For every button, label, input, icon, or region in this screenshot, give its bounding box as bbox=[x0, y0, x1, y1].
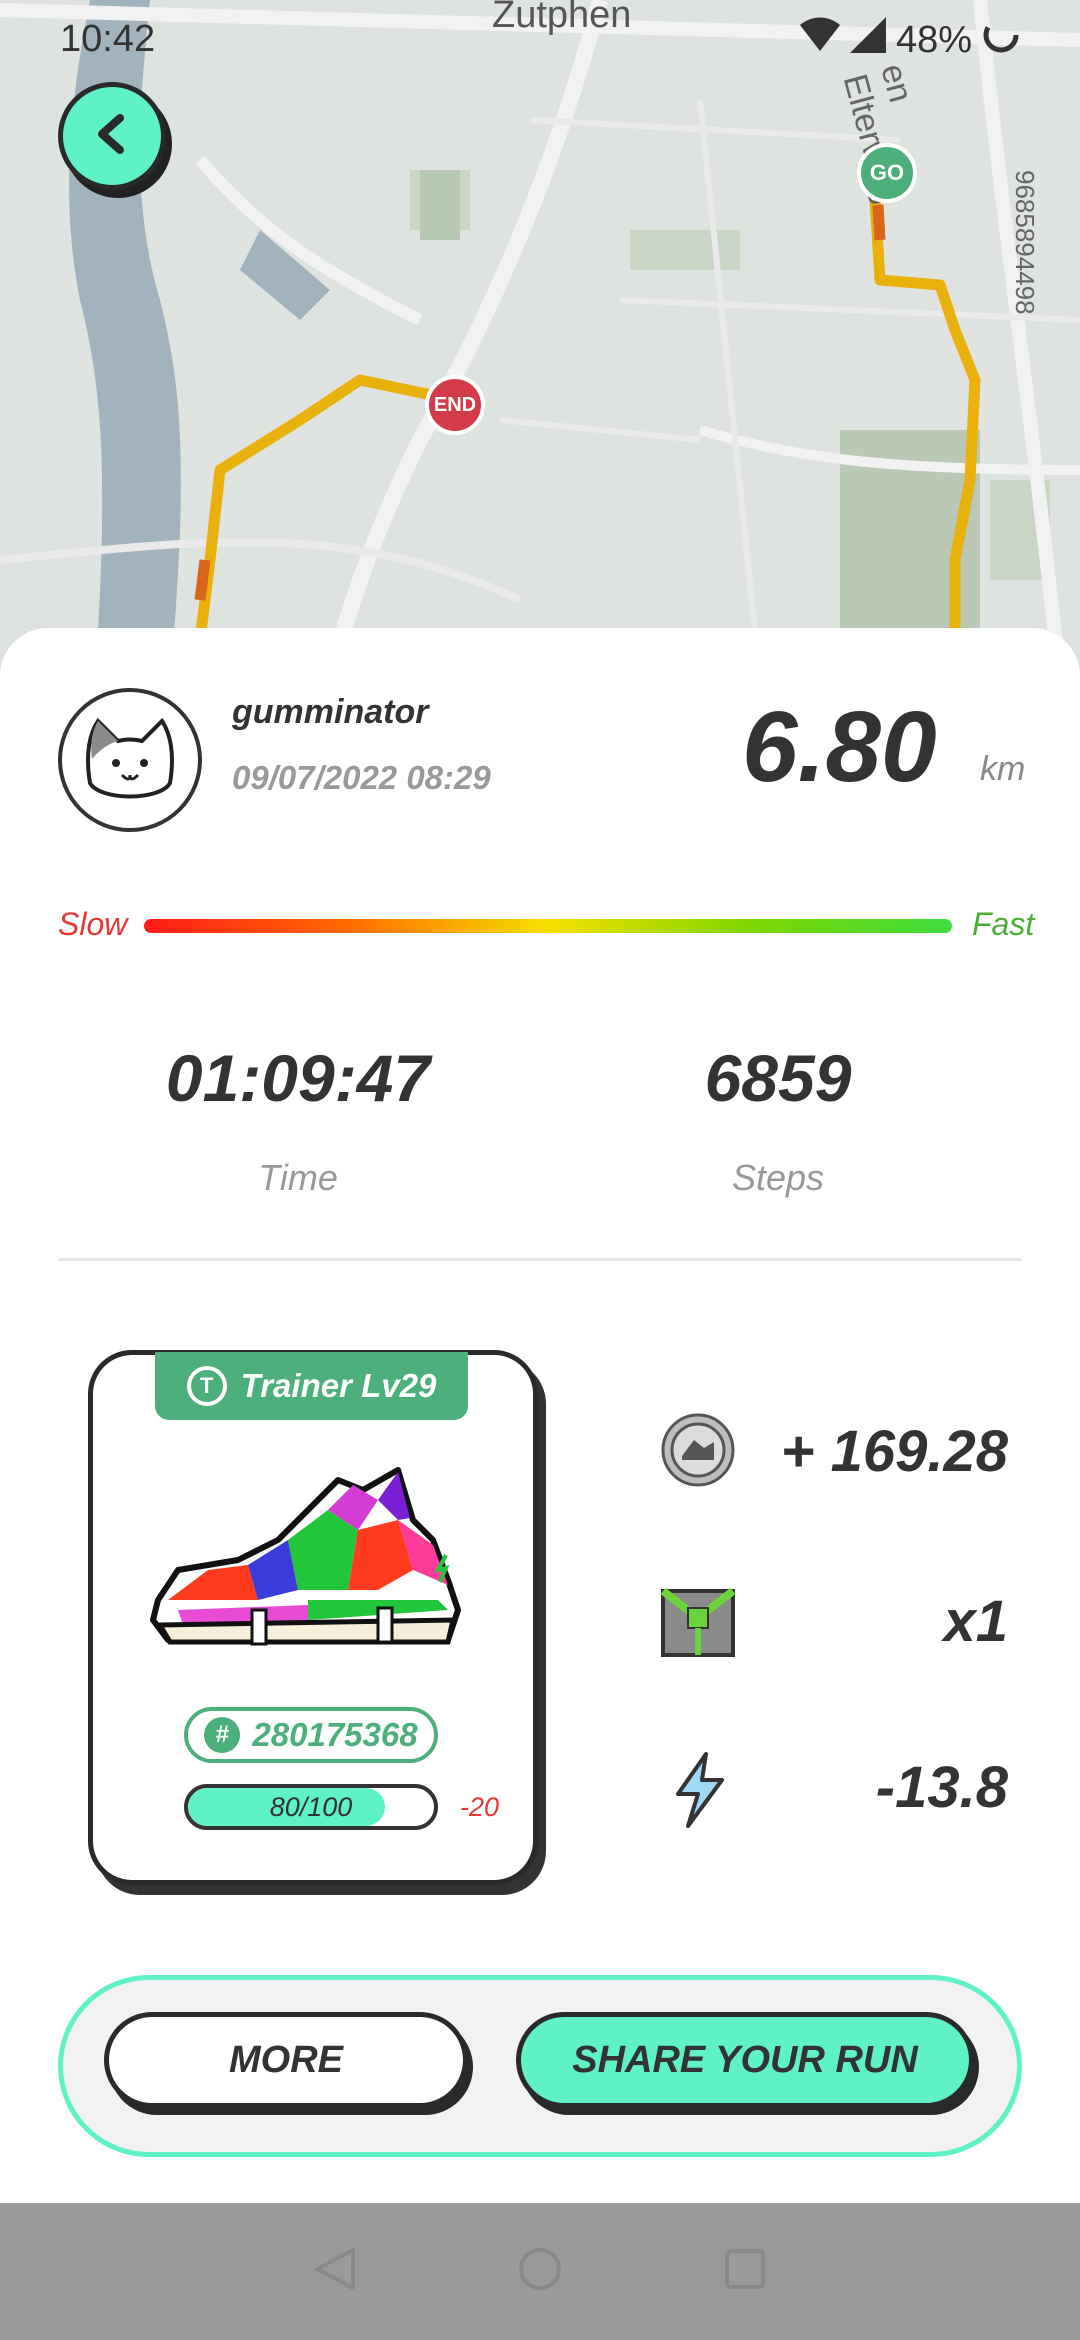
route-end-pin: END bbox=[425, 375, 485, 435]
status-bar: 10:42 48% bbox=[0, 0, 1080, 80]
cat-avatar-icon bbox=[80, 713, 180, 808]
durability-bar: 80/100 bbox=[184, 1784, 438, 1830]
map-number-label: 9685894498 bbox=[1010, 170, 1040, 315]
divider bbox=[58, 1258, 1022, 1261]
mystery-box-count: x1 bbox=[943, 1589, 1008, 1654]
sneaker-type-tag: T Trainer Lv29 bbox=[155, 1352, 468, 1420]
sneaker-type-level: Trainer Lv29 bbox=[240, 1367, 437, 1404]
gst-coin-icon bbox=[660, 1412, 736, 1493]
mystery-box-icon bbox=[660, 1587, 736, 1663]
route-start-pin: GO bbox=[857, 143, 917, 203]
back-button[interactable] bbox=[58, 82, 166, 190]
speed-fast-label: Fast bbox=[972, 906, 1035, 942]
nav-back-icon[interactable] bbox=[312, 2246, 357, 2297]
wifi-icon bbox=[799, 17, 840, 63]
gst-earned: + 169.28 bbox=[780, 1419, 1008, 1484]
back-arrow-icon bbox=[90, 112, 134, 161]
time-label: Time bbox=[258, 1157, 338, 1198]
durability-change: -20 bbox=[460, 1792, 500, 1822]
signal-icon bbox=[849, 17, 886, 63]
speed-slow-label: Slow bbox=[58, 906, 128, 942]
speed-gradient-bar bbox=[144, 919, 952, 933]
share-run-button[interactable]: SHARE YOUR RUN bbox=[516, 2012, 974, 2108]
more-button[interactable]: MORE bbox=[104, 2012, 468, 2108]
distance-unit: km bbox=[980, 750, 1026, 788]
nav-home-icon[interactable] bbox=[517, 2246, 563, 2297]
durability-value: 80/100 bbox=[269, 1791, 353, 1822]
steps-value: 6859 bbox=[704, 1041, 852, 1115]
steps-label: Steps bbox=[731, 1157, 825, 1198]
hash-icon: # bbox=[204, 1717, 241, 1753]
time-value: 01:09:47 bbox=[165, 1041, 431, 1115]
energy-bolt-icon bbox=[672, 1752, 728, 1833]
route-map[interactable]: Zutphen en Elterweg 9685894498 GO END bbox=[0, 0, 1080, 680]
battery-percent: 48% bbox=[895, 18, 972, 61]
run-datetime: 09/07/2022 08:29 bbox=[232, 759, 491, 796]
sneaker-image bbox=[148, 1460, 478, 1660]
energy-spent: -13.8 bbox=[875, 1755, 1008, 1820]
sneaker-id-number: 280175368 bbox=[252, 1716, 418, 1753]
username: gumminator bbox=[232, 693, 429, 731]
distance-value: 6.80 bbox=[742, 691, 937, 803]
avatar[interactable] bbox=[58, 688, 202, 832]
battery-icon bbox=[982, 16, 1020, 64]
status-time: 10:42 bbox=[60, 18, 156, 60]
sneaker-id: # 280175368 bbox=[184, 1707, 438, 1763]
system-nav-bar bbox=[0, 2203, 1080, 2340]
nav-recents-icon[interactable] bbox=[723, 2247, 767, 2296]
trainer-type-icon: T bbox=[186, 1366, 227, 1406]
